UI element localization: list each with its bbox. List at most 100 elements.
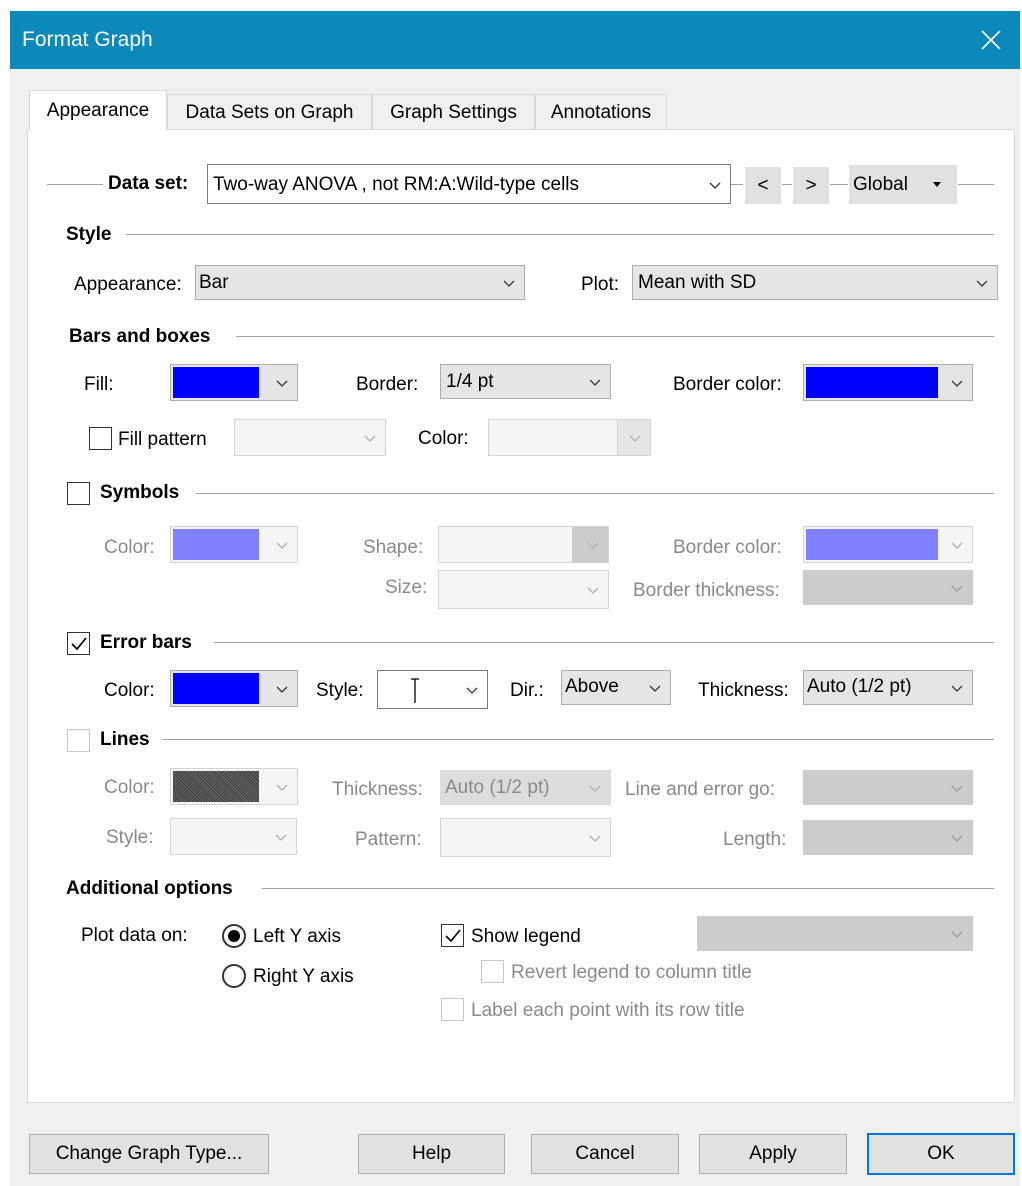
tab-data-sets-on-graph[interactable]: Data Sets on Graph <box>167 94 372 131</box>
close-button[interactable] <box>962 11 1020 69</box>
line-error-select[interactable] <box>803 770 973 805</box>
error-style-select[interactable] <box>377 670 488 709</box>
error-color-label: Color: <box>104 680 155 701</box>
next-dataset-button[interactable]: > <box>793 167 829 204</box>
border-color-label: Border color: <box>673 374 782 395</box>
legend-select[interactable] <box>697 916 973 951</box>
dir-select[interactable]: Above <box>561 670 671 705</box>
line-color-picker[interactable] <box>170 768 298 805</box>
line-thickness-label: Thickness: <box>332 779 423 800</box>
change-graph-type-button[interactable]: Change Graph Type... <box>29 1134 269 1174</box>
label-points-label: Label each point with its row title <box>471 1000 745 1021</box>
left-y-axis-radio[interactable] <box>222 924 246 948</box>
chevron-down-icon <box>589 835 601 842</box>
caret-down-icon <box>933 182 941 187</box>
plot-label: Plot: <box>581 274 620 295</box>
divider <box>958 184 994 185</box>
divider <box>236 336 994 337</box>
length-select[interactable] <box>803 820 973 855</box>
symbol-color-picker[interactable] <box>170 526 298 563</box>
chevron-down-icon <box>589 785 601 792</box>
chevron-down-icon <box>649 685 661 692</box>
title-bar: Format Graph <box>10 11 1020 69</box>
chevron-down-icon <box>275 834 287 841</box>
cancel-button[interactable]: Cancel <box>531 1134 679 1174</box>
revert-legend-checkbox[interactable] <box>481 960 504 983</box>
chevron-down-icon <box>466 687 478 694</box>
line-style-label: Style: <box>106 827 154 848</box>
thickness-select[interactable]: Auto (1/2 pt) <box>803 670 973 705</box>
border-color-picker[interactable] <box>803 364 973 401</box>
symbol-border-color-label: Border color: <box>673 537 782 558</box>
fill-color-picker[interactable] <box>170 364 298 401</box>
divider <box>196 493 994 494</box>
chevron-down-icon <box>951 835 963 842</box>
right-y-axis-label: Right Y axis <box>253 966 354 987</box>
border-select[interactable]: 1/4 pt <box>440 364 611 399</box>
left-y-axis-label: Left Y axis <box>253 926 342 947</box>
line-style-select[interactable] <box>170 818 297 855</box>
line-thickness-select[interactable]: Auto (1/2 pt) <box>440 770 611 805</box>
size-label: Size: <box>385 577 428 598</box>
shape-select[interactable] <box>438 526 609 563</box>
help-button[interactable]: Help <box>358 1134 505 1174</box>
tab-annotations[interactable]: Annotations <box>535 94 667 131</box>
tab-label: Graph Settings <box>390 102 517 123</box>
ok-button[interactable]: OK <box>867 1133 1015 1175</box>
border-thickness-select[interactable] <box>803 570 973 605</box>
section-symbols: Symbols <box>100 482 180 503</box>
tab-appearance[interactable]: Appearance <box>29 90 167 130</box>
symbol-color-label: Color: <box>104 537 155 558</box>
chevron-down-icon <box>951 931 963 938</box>
section-lines: Lines <box>100 729 150 750</box>
border-color-swatch <box>806 367 938 398</box>
fill-color-swatch <box>173 367 259 398</box>
pattern-select[interactable] <box>440 818 611 857</box>
chevron-down-icon <box>709 182 721 189</box>
section-error-bars: Error bars <box>100 632 192 653</box>
symbols-checkbox[interactable] <box>67 482 90 505</box>
apply-button[interactable]: Apply <box>699 1134 847 1174</box>
length-label: Length: <box>723 829 787 850</box>
right-y-axis-radio[interactable] <box>222 964 246 988</box>
divider <box>214 642 994 643</box>
plot-value: Mean with SD <box>638 272 757 293</box>
pattern-color-picker[interactable] <box>488 419 651 456</box>
appearance-select[interactable]: Bar <box>195 265 525 300</box>
dataset-label: Data set: <box>108 173 189 194</box>
lines-checkbox[interactable] <box>67 729 90 752</box>
section-bars-and-boxes: Bars and boxes <box>69 326 211 347</box>
radio-dot <box>228 930 240 942</box>
tab-label: Appearance <box>46 99 150 121</box>
chevron-down-icon <box>364 435 376 442</box>
checkmark-icon <box>445 929 461 943</box>
fill-pattern-checkbox[interactable] <box>89 427 112 450</box>
size-select[interactable] <box>438 570 609 609</box>
appearance-label: Appearance: <box>74 274 182 295</box>
shape-label: Shape: <box>363 537 424 558</box>
label-points-checkbox[interactable] <box>441 998 464 1021</box>
show-legend-checkbox[interactable] <box>441 924 464 947</box>
plot-select[interactable]: Mean with SD <box>632 265 998 300</box>
chevron-down-icon <box>276 686 288 693</box>
error-color-picker[interactable] <box>170 670 298 707</box>
error-style-label: Style: <box>316 680 364 701</box>
symbol-border-color-picker[interactable] <box>803 526 973 563</box>
tab-graph-settings[interactable]: Graph Settings <box>372 94 535 131</box>
thickness-label: Thickness: <box>698 680 789 701</box>
border-thickness-label: Border thickness: <box>633 580 780 601</box>
prev-dataset-button[interactable]: < <box>745 167 781 204</box>
thickness-value: Auto (1/2 pt) <box>807 676 912 697</box>
dataset-select[interactable]: Two-way ANOVA , not RM:A:Wild-type cells <box>207 164 731 204</box>
pattern-label: Pattern: <box>355 829 422 850</box>
tab-label: Annotations <box>550 102 652 123</box>
fill-pattern-select[interactable] <box>234 419 386 456</box>
divider <box>262 888 994 889</box>
border-label: Border: <box>356 374 419 395</box>
chevron-down-icon <box>951 380 963 387</box>
scope-dropdown[interactable]: Global <box>849 165 957 204</box>
divider <box>47 184 103 185</box>
divider <box>126 234 994 235</box>
error-bars-checkbox[interactable] <box>67 632 90 655</box>
line-error-label: Line and error go: <box>625 779 775 800</box>
